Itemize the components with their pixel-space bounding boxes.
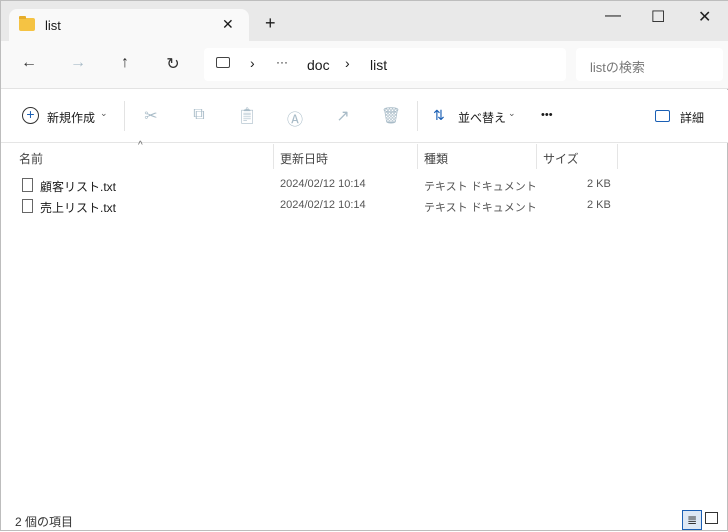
file-name: 売上リスト.txt [40,201,117,215]
details-view-button[interactable]: ≣ [682,510,702,530]
column-header-size[interactable]: サイズ [543,144,579,169]
file-name: 顧客リスト.txt [40,180,117,194]
refresh-icon[interactable]: ↻ [161,54,185,74]
file-type: テキスト ドキュメント [424,181,537,193]
minimize-button[interactable]: — [605,7,621,25]
address-bar[interactable]: › ··· doc › list [204,48,566,81]
column-header-type[interactable]: 種類 [424,144,448,169]
text-file-icon [22,178,33,192]
status-bar: 2 個の項目 ≣ [1,507,728,532]
breadcrumb-list[interactable]: list [370,57,387,73]
new-button[interactable]: 新規作成 [47,109,95,126]
chevron-right-icon: › [345,55,350,71]
new-tab-button[interactable]: + [265,13,276,34]
close-button[interactable]: ✕ [698,7,711,27]
large-icons-view-button[interactable] [705,512,718,524]
file-row[interactable]: 売上リスト.txt 2024/02/12 10:14 テキスト ドキュメント 2… [1,196,728,217]
up-icon[interactable]: ↑ [113,54,137,72]
breadcrumb-ellipsis[interactable]: ··· [276,55,288,69]
more-options-button[interactable]: ••• [541,109,553,121]
tab-title: list [45,18,61,33]
cut-icon[interactable]: ✂ [139,106,163,126]
command-bar: + 新規作成 ⌄ ✂ ⧉ 📋︎ Ⓐ ↗ 🗑︎ ⇅ 並べ替え ⌄ ••• 詳細 [1,90,728,143]
chevron-right-icon: › [250,55,255,71]
paste-icon[interactable]: 📋︎ [235,106,259,126]
tab-close-icon[interactable]: ✕ [222,16,234,33]
sort-icon: ⇅ [433,107,445,123]
computer-icon[interactable] [216,57,230,68]
file-type: テキスト ドキュメント [424,202,537,214]
file-row[interactable]: 顧客リスト.txt 2024/02/12 10:14 テキスト ドキュメント 2… [1,175,728,196]
search-input[interactable]: listの検索 [576,48,723,81]
folder-icon [19,16,35,31]
delete-icon[interactable]: 🗑︎ [379,106,403,126]
column-header-name[interactable]: 名前 [19,144,43,169]
text-file-icon [22,199,33,213]
file-modified: 2024/02/12 10:14 [280,178,366,190]
breadcrumb-doc[interactable]: doc [307,57,330,73]
file-size: 2 KB [587,199,611,211]
column-header-modified[interactable]: 更新日時 [280,144,328,169]
copy-icon[interactable]: ⧉ [187,106,211,124]
chevron-down-icon: ⌄ [100,108,108,118]
share-icon[interactable]: ↗ [331,106,355,126]
navigation-bar: ← → ↑ ↻ › ··· doc › list listの検索 [1,41,728,89]
plus-icon: + [22,107,39,124]
rename-icon[interactable]: Ⓐ [283,106,307,130]
chevron-down-icon: ⌄ [508,108,516,118]
details-pane-icon [655,110,670,122]
tab-list[interactable]: list ✕ [9,9,249,41]
details-button[interactable]: 詳細 [680,109,704,126]
forward-icon[interactable]: → [66,54,90,72]
item-count: 2 個の項目 [15,515,74,529]
sort-button[interactable]: 並べ替え [458,109,506,126]
sort-ascending-icon: ^ [138,140,143,151]
title-bar: list ✕ + — ☐ ✕ [1,1,728,41]
file-modified: 2024/02/12 10:14 [280,199,366,211]
maximize-button[interactable]: ☐ [651,7,665,27]
file-size: 2 KB [587,178,611,190]
back-icon[interactable]: ← [17,54,41,72]
